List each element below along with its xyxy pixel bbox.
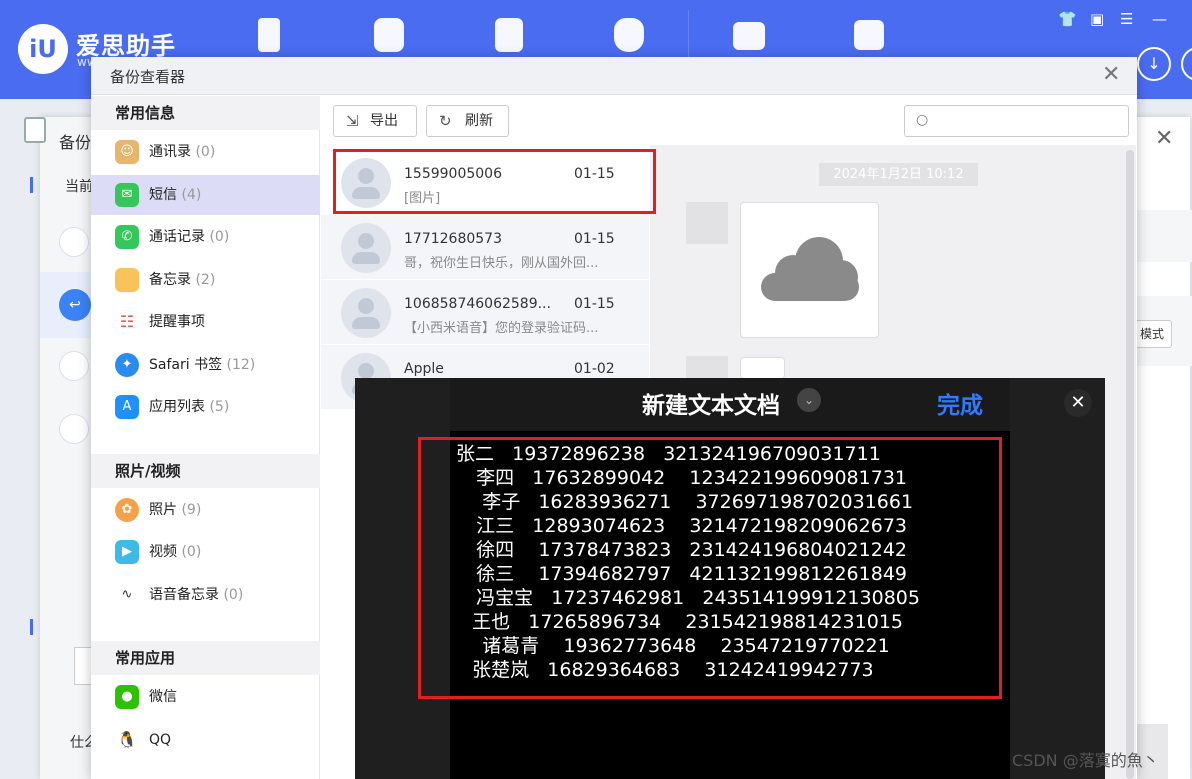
- contact-avatar-icon: [686, 202, 728, 244]
- sidebar-item-videos[interactable]: ▶ 视频 (0): [91, 532, 320, 572]
- video-icon: ▶: [115, 540, 139, 564]
- close-icon[interactable]: ✕: [1064, 389, 1092, 417]
- restore-icon[interactable]: ↩: [59, 289, 91, 321]
- message-date: 01-02: [574, 361, 615, 377]
- flash-nav-icon[interactable]: [614, 18, 644, 52]
- message-item[interactable]: 17712680573 01-15 哥，祝你生日快乐，刚从国外回...: [321, 215, 649, 280]
- watermark: CSDN @落寞的魚丶: [1012, 751, 1159, 770]
- feedback-icon[interactable]: ▣: [1090, 10, 1104, 28]
- menu-icon[interactable]: ☰: [1120, 10, 1133, 28]
- device-nav-icon[interactable]: [258, 18, 280, 52]
- reminders-icon: ☷: [115, 310, 139, 334]
- current-label: 当前: [65, 179, 93, 195]
- sidebar-item-photos[interactable]: ✿ 照片 (9): [91, 490, 320, 530]
- refresh-icon: ↻: [439, 112, 452, 130]
- message-sender: Apple: [404, 361, 444, 377]
- sidebar-item-contacts[interactable]: ☺ 通讯录 (0): [91, 132, 320, 172]
- message-date: 01-15: [574, 296, 615, 312]
- notes-icon: [115, 268, 139, 292]
- background-close-icon[interactable]: ✕: [1155, 126, 1173, 151]
- export-button[interactable]: ⇲ 导出: [333, 105, 417, 137]
- appstore-icon: A: [115, 395, 139, 419]
- mode-button[interactable]: 模式: [1132, 320, 1172, 348]
- photos-icon: ✿: [115, 498, 139, 522]
- phone-icon: ✆: [115, 225, 139, 249]
- contacts-icon: ☺: [115, 140, 139, 164]
- app-logo-icon: iU: [18, 24, 68, 74]
- sidebar-item-call-history[interactable]: ✆ 通话记录 (0): [91, 217, 320, 257]
- message-sender: 106858746062589...: [404, 296, 551, 312]
- active-indicator: [30, 177, 33, 193]
- section-header-common-info: 常用信息: [91, 96, 320, 130]
- apps-nav-icon[interactable]: [374, 18, 404, 52]
- message-sender: 17712680573: [404, 231, 502, 247]
- qq-icon: 🐧: [115, 728, 139, 752]
- sidebar-item-messages[interactable]: ✉ 短信 (4): [91, 175, 320, 215]
- wechat-icon: ●: [115, 685, 139, 709]
- background-window-title: 备份: [59, 133, 92, 152]
- voice-memo-icon: ∿: [115, 583, 139, 607]
- contact-avatar-icon-2: [686, 356, 728, 378]
- files-nav-icon[interactable]: [495, 18, 523, 52]
- export-icon: ⇲: [346, 112, 359, 130]
- layers-icon[interactable]: [59, 227, 89, 257]
- message-bubble-2[interactable]: [740, 357, 785, 379]
- highlight-box-document: [418, 437, 1002, 699]
- download-icon[interactable]: ↓: [1137, 47, 1171, 81]
- message-preview: 哥，祝你生日快乐，刚从国外回...: [404, 256, 599, 271]
- sidebar-item-safari-bookmarks[interactable]: ✦ Safari 书签 (12): [91, 345, 320, 385]
- grid-icon[interactable]: [59, 414, 89, 444]
- section-header-photos-videos: 照片/视频: [91, 454, 320, 488]
- sidebar-item-voice-memos[interactable]: ∿ 语音备忘录 (0): [91, 575, 320, 615]
- avatar-icon: [341, 288, 391, 338]
- sidebar-item-qq[interactable]: 🐧 QQ: [91, 720, 320, 760]
- avatar-icon: [341, 223, 391, 273]
- message-item[interactable]: 106858746062589... 01-15 【小西米语音】您的登录验证码.…: [321, 280, 649, 345]
- section-header-common-apps: 常用应用: [91, 641, 320, 675]
- dialog-close-icon[interactable]: ✕: [1102, 62, 1120, 87]
- minimize-icon[interactable]: —: [1152, 10, 1167, 28]
- dialog-title: 备份查看器: [110, 68, 186, 86]
- done-button[interactable]: 完成: [937, 386, 983, 420]
- sidebar-item-wechat[interactable]: ● 微信: [91, 677, 320, 717]
- device-icon: [24, 117, 46, 143]
- message-preview: 【小西米语音】您的登录验证码...: [404, 321, 599, 336]
- highlight-box-message: [333, 149, 656, 214]
- messages-icon: ✉: [115, 183, 139, 207]
- viewer-right-margin: [1010, 378, 1105, 779]
- toolbox-nav-icon[interactable]: [733, 22, 765, 50]
- store-nav-icon[interactable]: [854, 20, 884, 50]
- skin-icon[interactable]: 👕: [1058, 10, 1077, 28]
- safari-icon: ✦: [115, 353, 139, 377]
- search-input[interactable]: [904, 105, 1129, 137]
- bg-row-highlight: [1137, 210, 1192, 262]
- chat-timestamp: 2024年1月2日 10:12: [819, 163, 978, 186]
- active-indicator-2: [30, 619, 33, 635]
- search-icon: ○: [916, 112, 929, 128]
- sidebar-item-app-list[interactable]: A 应用列表 (5): [91, 387, 320, 427]
- chat-scrollbar[interactable]: [1126, 150, 1134, 779]
- sidebar-item-reminders[interactable]: ☷ 提醒事项: [91, 302, 320, 342]
- message-date: 01-15: [574, 231, 615, 247]
- document-title: 新建文本文档: [642, 393, 780, 419]
- chevron-down-icon[interactable]: ⌄: [797, 388, 821, 412]
- sidebar-item-notes[interactable]: 备忘录 (2): [91, 260, 320, 300]
- cloud-icon: [761, 237, 859, 301]
- refresh-button[interactable]: ↻ 刷新: [426, 105, 509, 137]
- box-icon[interactable]: [59, 351, 89, 381]
- dialog-header: [91, 57, 1137, 95]
- image-message-bubble[interactable]: [740, 202, 879, 338]
